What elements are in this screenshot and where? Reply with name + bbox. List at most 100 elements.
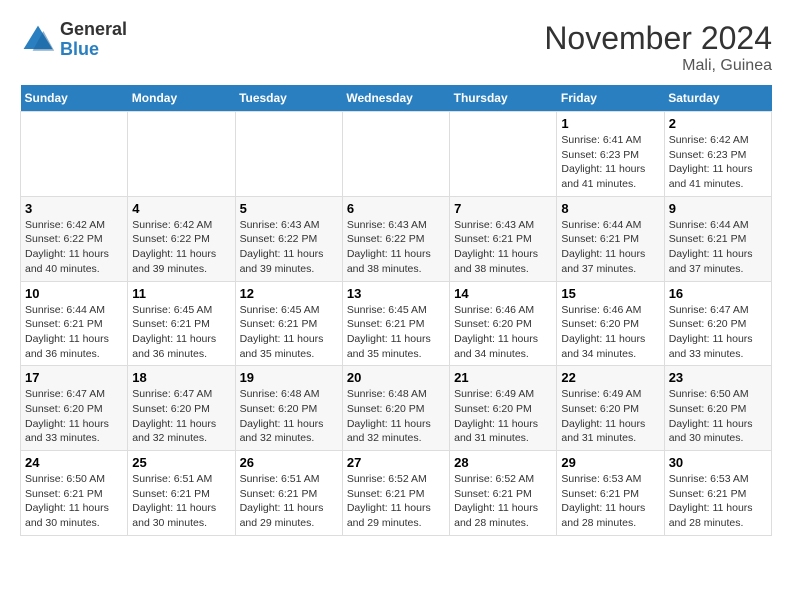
calendar-cell: 11 Sunrise: 6:45 AM Sunset: 6:21 PM Dayli… [128,281,235,366]
calendar-header-row: SundayMondayTuesdayWednesdayThursdayFrid… [21,85,772,112]
day-info: Sunrise: 6:42 AM Sunset: 6:22 PM Dayligh… [25,218,123,277]
day-number: 9 [669,201,767,216]
calendar-table: SundayMondayTuesdayWednesdayThursdayFrid… [20,85,772,536]
logo-general: General [60,19,127,39]
calendar-cell: 3 Sunrise: 6:42 AM Sunset: 6:22 PM Daylig… [21,196,128,281]
day-info: Sunrise: 6:53 AM Sunset: 6:21 PM Dayligh… [669,472,767,531]
week-row-4: 17 Sunrise: 6:47 AM Sunset: 6:20 PM Dayli… [21,366,772,451]
day-number: 1 [561,116,659,131]
day-number: 17 [25,370,123,385]
day-number: 13 [347,286,445,301]
day-info: Sunrise: 6:44 AM Sunset: 6:21 PM Dayligh… [669,218,767,277]
day-info: Sunrise: 6:51 AM Sunset: 6:21 PM Dayligh… [240,472,338,531]
page-header: General Blue November 2024 Mali, Guinea [20,20,772,75]
week-row-1: 1 Sunrise: 6:41 AM Sunset: 6:23 PM Daylig… [21,112,772,197]
day-info: Sunrise: 6:43 AM Sunset: 6:22 PM Dayligh… [347,218,445,277]
calendar-cell [450,112,557,197]
day-number: 18 [132,370,230,385]
day-number: 21 [454,370,552,385]
header-saturday: Saturday [664,85,771,112]
title-block: November 2024 Mali, Guinea [544,20,772,75]
week-row-3: 10 Sunrise: 6:44 AM Sunset: 6:21 PM Dayli… [21,281,772,366]
day-info: Sunrise: 6:52 AM Sunset: 6:21 PM Dayligh… [454,472,552,531]
calendar-cell: 22 Sunrise: 6:49 AM Sunset: 6:20 PM Dayli… [557,366,664,451]
calendar-cell: 25 Sunrise: 6:51 AM Sunset: 6:21 PM Dayli… [128,451,235,536]
calendar-cell: 17 Sunrise: 6:47 AM Sunset: 6:20 PM Dayli… [21,366,128,451]
day-number: 15 [561,286,659,301]
day-number: 26 [240,455,338,470]
logo-text: General Blue [60,20,127,60]
day-info: Sunrise: 6:45 AM Sunset: 6:21 PM Dayligh… [240,303,338,362]
header-sunday: Sunday [21,85,128,112]
day-number: 30 [669,455,767,470]
day-info: Sunrise: 6:47 AM Sunset: 6:20 PM Dayligh… [669,303,767,362]
calendar-cell: 20 Sunrise: 6:48 AM Sunset: 6:20 PM Dayli… [342,366,449,451]
calendar-cell: 28Sunrise: 6:52 AM Sunset: 6:21 PM Dayli… [450,451,557,536]
day-info: Sunrise: 6:51 AM Sunset: 6:21 PM Dayligh… [132,472,230,531]
day-info: Sunrise: 6:48 AM Sunset: 6:20 PM Dayligh… [347,387,445,446]
day-number: 11 [132,286,230,301]
day-number: 14 [454,286,552,301]
day-number: 3 [25,201,123,216]
day-number: 8 [561,201,659,216]
day-info: Sunrise: 6:52 AM Sunset: 6:21 PM Dayligh… [347,472,445,531]
day-number: 2 [669,116,767,131]
day-info: Sunrise: 6:44 AM Sunset: 6:21 PM Dayligh… [561,218,659,277]
day-info: Sunrise: 6:47 AM Sunset: 6:20 PM Dayligh… [25,387,123,446]
calendar-cell: 18Sunrise: 6:47 AM Sunset: 6:20 PM Dayli… [128,366,235,451]
calendar-cell: 21Sunrise: 6:49 AM Sunset: 6:20 PM Dayli… [450,366,557,451]
header-friday: Friday [557,85,664,112]
calendar-cell [235,112,342,197]
calendar-cell: 6 Sunrise: 6:43 AM Sunset: 6:22 PM Daylig… [342,196,449,281]
calendar-cell: 2 Sunrise: 6:42 AM Sunset: 6:23 PM Daylig… [664,112,771,197]
logo-blue: Blue [60,39,99,59]
week-row-5: 24 Sunrise: 6:50 AM Sunset: 6:21 PM Dayli… [21,451,772,536]
header-wednesday: Wednesday [342,85,449,112]
calendar-cell: 29Sunrise: 6:53 AM Sunset: 6:21 PM Dayli… [557,451,664,536]
header-thursday: Thursday [450,85,557,112]
month-title: November 2024 [544,20,772,57]
day-number: 4 [132,201,230,216]
day-number: 10 [25,286,123,301]
day-number: 19 [240,370,338,385]
calendar-cell: 10 Sunrise: 6:44 AM Sunset: 6:21 PM Dayli… [21,281,128,366]
day-info: Sunrise: 6:44 AM Sunset: 6:21 PM Dayligh… [25,303,123,362]
day-number: 29 [561,455,659,470]
day-info: Sunrise: 6:42 AM Sunset: 6:23 PM Dayligh… [669,133,767,192]
calendar-cell: 9 Sunrise: 6:44 AM Sunset: 6:21 PM Daylig… [664,196,771,281]
calendar-cell: 24 Sunrise: 6:50 AM Sunset: 6:21 PM Dayli… [21,451,128,536]
day-info: Sunrise: 6:45 AM Sunset: 6:21 PM Dayligh… [132,303,230,362]
day-info: Sunrise: 6:50 AM Sunset: 6:21 PM Dayligh… [25,472,123,531]
day-info: Sunrise: 6:50 AM Sunset: 6:20 PM Dayligh… [669,387,767,446]
day-number: 23 [669,370,767,385]
calendar-cell: 15Sunrise: 6:46 AM Sunset: 6:20 PM Dayli… [557,281,664,366]
day-info: Sunrise: 6:43 AM Sunset: 6:21 PM Dayligh… [454,218,552,277]
calendar-cell: 23 Sunrise: 6:50 AM Sunset: 6:20 PM Dayli… [664,366,771,451]
day-number: 12 [240,286,338,301]
calendar-cell: 26 Sunrise: 6:51 AM Sunset: 6:21 PM Dayli… [235,451,342,536]
logo-icon [20,22,56,58]
calendar-cell: 12 Sunrise: 6:45 AM Sunset: 6:21 PM Dayli… [235,281,342,366]
calendar-cell [128,112,235,197]
day-info: Sunrise: 6:48 AM Sunset: 6:20 PM Dayligh… [240,387,338,446]
location-subtitle: Mali, Guinea [544,57,772,75]
calendar-cell: 16Sunrise: 6:47 AM Sunset: 6:20 PM Dayli… [664,281,771,366]
day-info: Sunrise: 6:41 AM Sunset: 6:23 PM Dayligh… [561,133,659,192]
calendar-cell: 19 Sunrise: 6:48 AM Sunset: 6:20 PM Dayli… [235,366,342,451]
day-info: Sunrise: 6:49 AM Sunset: 6:20 PM Dayligh… [561,387,659,446]
day-number: 6 [347,201,445,216]
day-number: 22 [561,370,659,385]
calendar-body: 1 Sunrise: 6:41 AM Sunset: 6:23 PM Daylig… [21,112,772,536]
day-number: 25 [132,455,230,470]
calendar-cell: 14Sunrise: 6:46 AM Sunset: 6:20 PM Dayli… [450,281,557,366]
header-tuesday: Tuesday [235,85,342,112]
day-info: Sunrise: 6:43 AM Sunset: 6:22 PM Dayligh… [240,218,338,277]
logo: General Blue [20,20,127,60]
calendar-cell: 7Sunrise: 6:43 AM Sunset: 6:21 PM Daylig… [450,196,557,281]
day-number: 27 [347,455,445,470]
header-monday: Monday [128,85,235,112]
calendar-cell: 5Sunrise: 6:43 AM Sunset: 6:22 PM Daylig… [235,196,342,281]
calendar-cell: 1 Sunrise: 6:41 AM Sunset: 6:23 PM Daylig… [557,112,664,197]
day-number: 24 [25,455,123,470]
day-number: 20 [347,370,445,385]
